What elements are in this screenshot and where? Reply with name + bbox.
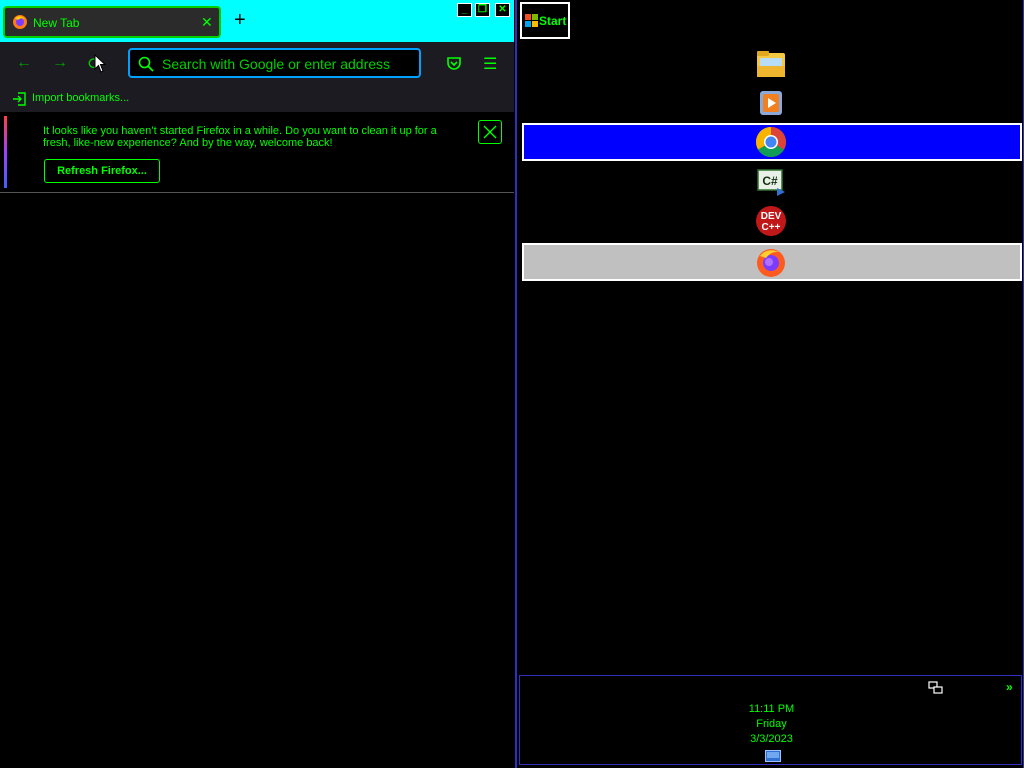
svg-text:DEV: DEV <box>761 211 782 222</box>
windows-logo-icon <box>525 14 538 27</box>
start-label: Start <box>539 14 567 28</box>
tab-title: New Tab <box>33 16 80 30</box>
notification-text: It looks like you haven’t started Firefo… <box>43 125 437 149</box>
network-icon[interactable] <box>928 681 944 695</box>
mouse-cursor-icon <box>94 54 107 73</box>
tray-expand-button[interactable]: » <box>1006 680 1013 694</box>
minimize-icon: _ <box>461 4 468 15</box>
clock-date: 3/3/2023 <box>750 733 793 745</box>
close-icon: ✕ <box>498 4 507 15</box>
pocket-icon[interactable] <box>446 56 462 72</box>
notification-close-button[interactable] <box>478 120 502 144</box>
page-content <box>0 193 514 768</box>
file-explorer-icon <box>757 51 785 77</box>
refresh-firefox-button[interactable]: Refresh Firefox... <box>44 159 160 183</box>
restore-icon: ❐ <box>478 4 487 15</box>
taskbar: Start C# DEV C++ » 11:11 PM Friday 3/3/2… <box>515 0 1024 768</box>
task-csharp[interactable]: C# <box>522 163 1022 201</box>
forward-button[interactable]: → <box>52 54 68 72</box>
refresh-notification: It looks like you haven’t started Firefo… <box>0 112 514 193</box>
tab-strip: New Tab ✕ + _ ❐ ✕ <box>0 0 514 42</box>
task-chrome[interactable] <box>522 123 1022 161</box>
firefox-icon <box>757 249 785 277</box>
import-icon <box>13 92 26 106</box>
url-bar[interactable] <box>128 48 421 78</box>
restore-button[interactable]: ❐ <box>475 3 490 17</box>
system-tray: » 11:11 PM Friday 3/3/2023 <box>519 675 1022 765</box>
bookmarks-toolbar: Import bookmarks... <box>0 86 514 112</box>
csharp-icon: C# <box>757 169 785 196</box>
devcpp-icon: DEV C++ <box>756 206 786 236</box>
close-window-button[interactable]: ✕ <box>495 3 510 17</box>
search-input[interactable] <box>162 55 412 73</box>
tab-new-tab[interactable]: New Tab ✕ <box>3 6 221 38</box>
task-media-player[interactable] <box>522 84 1022 122</box>
navigation-toolbar: ← → ⟳ ☰ <box>0 42 514 86</box>
media-player-icon <box>760 91 782 115</box>
search-icon <box>138 56 154 72</box>
start-button[interactable]: Start <box>520 2 570 39</box>
close-icon <box>483 125 497 139</box>
chrome-icon <box>755 127 787 158</box>
tab-close-icon[interactable]: ✕ <box>201 14 213 31</box>
firefox-window: New Tab ✕ + _ ❐ ✕ ← → ⟳ ☰ Import bookmar… <box>0 0 514 768</box>
firefox-favicon-icon <box>13 15 27 29</box>
task-file-explorer[interactable] <box>522 45 1022 83</box>
svg-text:C#: C# <box>762 174 778 188</box>
menu-button[interactable]: ☰ <box>483 54 497 74</box>
minimize-button[interactable]: _ <box>457 3 472 17</box>
clock-day: Friday <box>756 718 787 730</box>
notification-accent-bar <box>4 116 7 188</box>
new-tab-button[interactable]: + <box>234 10 246 30</box>
task-devcpp[interactable]: DEV C++ <box>522 202 1022 240</box>
task-firefox[interactable] <box>522 243 1022 281</box>
back-button[interactable]: ← <box>16 54 32 72</box>
show-desktop-icon[interactable] <box>765 750 781 762</box>
svg-text:C++: C++ <box>762 222 781 233</box>
import-bookmarks-link[interactable]: Import bookmarks... <box>32 92 129 104</box>
clock-time[interactable]: 11:11 PM <box>520 703 1023 715</box>
